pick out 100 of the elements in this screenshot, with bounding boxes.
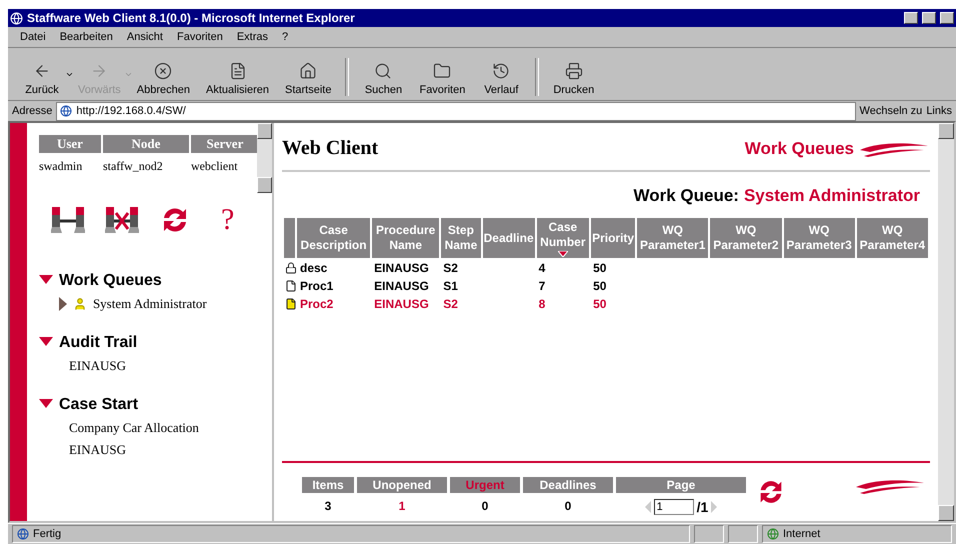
dropdown-icon[interactable] [65,70,74,79]
menu-item[interactable]: Ansicht [126,31,163,43]
column-header[interactable]: WQ Parameter3 [784,218,855,258]
menu-item[interactable]: Datei [20,31,46,43]
table-cell: 50 [593,279,606,293]
summary-value: 3 [324,499,332,515]
column-header[interactable]: WQ Parameter1 [637,218,708,258]
minimize-button[interactable] [904,12,918,24]
column-header[interactable]: Priority [591,218,636,258]
toolbar-button[interactable]: Startseite [279,62,338,96]
menu-item[interactable]: Favoriten [176,31,223,43]
sort-down-icon [558,251,568,257]
table-cell: EINAUSG [374,279,429,293]
table-cell[interactable]: Proc1 [300,279,334,293]
toolbar-button[interactable]: Abbrechen [130,62,196,96]
section-title[interactable]: Work Queues [58,272,162,290]
column-header[interactable]: Deadline [482,218,535,258]
page-title: Web Client [282,137,378,160]
scroll-down-button[interactable] [256,177,272,193]
summary-header: Unopened [357,477,447,493]
sidebar-item[interactable]: System Administrator [92,296,207,312]
toolbar-button[interactable]: Aktualisieren [200,62,275,96]
scroll-down-button[interactable] [938,505,954,521]
table-cell: 4 [538,261,546,275]
browser-icon [10,12,23,24]
column-header[interactable]: WQ Parameter4 [856,218,928,258]
menu-item[interactable]: ? [282,31,288,43]
stop-icon [154,62,172,80]
expanded-triangle-icon[interactable] [38,337,53,346]
folder-icon [433,62,452,80]
status-panel [694,525,724,543]
table-cell: 50 [593,297,606,311]
sidebar-item[interactable]: EINAUSG [68,442,126,458]
queue-name: System Administrator [744,186,920,206]
summary-header: Urgent [450,477,520,493]
toolbar-button[interactable]: Drucken [547,62,600,96]
table-cell: EINAUSG [374,297,429,311]
disconnect-icon[interactable] [104,205,139,235]
column-header[interactable]: WQ Parameter2 [710,218,782,258]
connect-icon[interactable] [50,205,85,235]
toolbar-button[interactable]: Zurück [16,62,68,96]
column-header[interactable]: Procedure Name [372,218,440,258]
table-cell: 8 [538,297,546,311]
summary-value: 1 [398,499,406,515]
summary-header: Items [302,477,354,493]
expanded-triangle-icon[interactable] [38,275,53,284]
table-cell-text: swadmin [38,158,84,174]
table-cell: 7 [538,279,546,293]
table-header: Node [102,135,189,153]
scrollbar[interactable] [256,123,272,193]
printer-icon [564,62,583,80]
table-cell[interactable]: desc [300,261,328,275]
summary-value: 0 [564,499,572,515]
column-header[interactable]: Case Description [297,218,370,258]
table-cell-text: webclient [190,158,239,174]
table-cell: EINAUSG [374,261,429,275]
table-cell: S1 [443,279,458,293]
section-title[interactable]: Audit Trail [58,334,138,352]
window-title: Staffware Web Client 8.1(0.0) - Microsoft Internet Explorer [27,11,356,25]
toolbar-button[interactable]: Verlauf [475,62,528,96]
maximize-button[interactable] [922,12,936,24]
toolbar-button[interactable]: Favoriten [413,62,472,96]
go-button[interactable]: Wechseln zu [860,105,922,117]
globe-icon [767,528,779,540]
case-icon [285,298,297,310]
column-header[interactable]: Step Name [441,218,481,258]
menu-item[interactable]: Extras [236,31,268,43]
scrollbar[interactable] [938,123,954,521]
expanded-triangle-icon[interactable] [38,399,53,408]
search-icon [374,62,392,80]
history-icon [492,62,510,80]
sidebar-item[interactable]: EINAUSG [68,358,126,374]
scroll-up-button[interactable] [938,123,954,139]
page-total: /1 [696,499,708,515]
close-button[interactable] [940,12,954,24]
address-field[interactable]: http://192.168.0.4/SW/ [56,102,856,120]
summary-header: Deadlines [523,477,613,493]
section-title[interactable]: Case Start [58,396,138,414]
menu-item[interactable]: Bearbeiten [60,31,113,43]
address-label: Adresse [12,105,52,117]
table-cell: 50 [593,261,606,275]
queue-label: Work Queue: [633,186,739,206]
case-icon [285,262,297,274]
links-button[interactable]: Links [926,105,952,117]
zone-text: Internet [783,528,820,540]
person-icon [72,297,87,311]
column-header[interactable]: Case Number [536,218,590,258]
summary-value: 0 [480,499,490,515]
table-cell[interactable]: Proc2 [300,297,334,311]
toolbar-button[interactable]: Suchen [357,62,410,96]
scroll-up-button[interactable] [256,123,272,139]
case-icon [285,280,297,292]
page-field[interactable]: 1 [654,499,694,515]
status-text: Fertig [33,528,62,540]
help-button[interactable]: ? [220,205,234,235]
sidebar-item[interactable]: Company Car Allocation [68,420,199,436]
home-icon [299,62,318,80]
page-icon [17,528,29,540]
table-cell: S2 [443,261,458,275]
expand-arrow-icon[interactable] [58,297,67,311]
